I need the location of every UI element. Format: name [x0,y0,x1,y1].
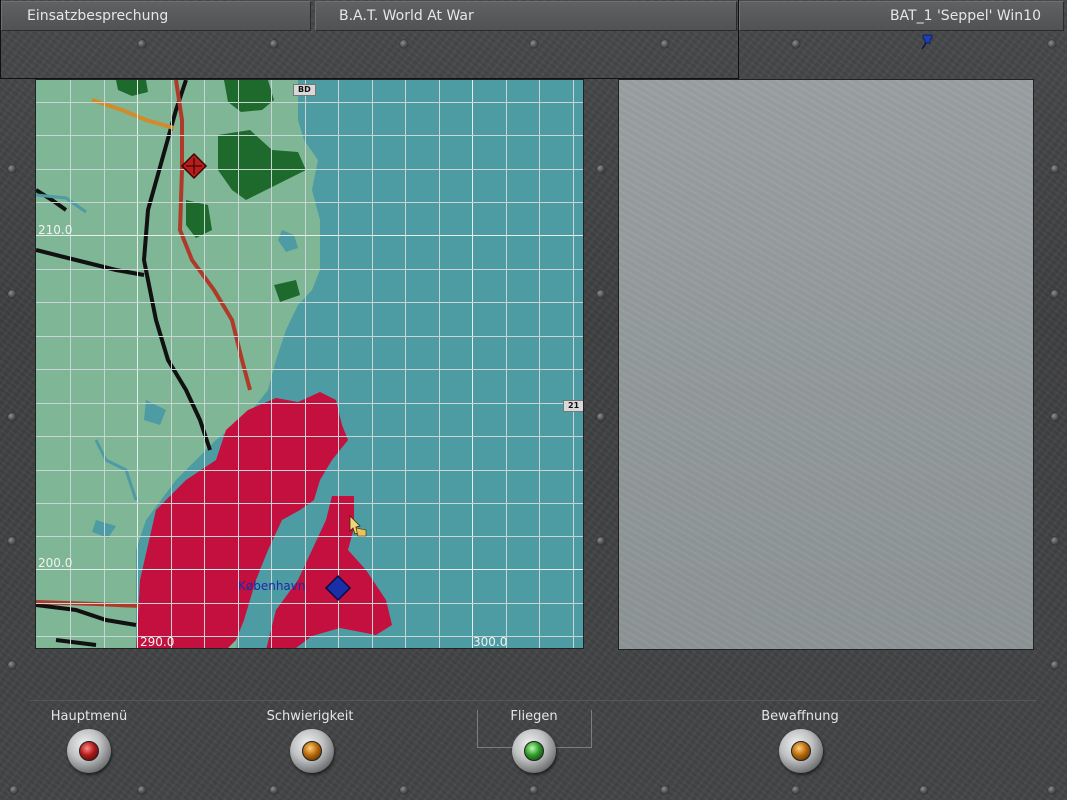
rivet [138,786,146,794]
fly-button[interactable] [512,729,556,773]
pin-icon [921,34,933,50]
rivet [1051,165,1059,173]
fly-label: Fliegen [510,709,558,724]
orange-lamp-icon [302,741,322,761]
tab-game-title: B.A.T. World At War [315,1,737,31]
rivet [8,413,16,421]
main-menu-label: Hauptmenü [50,709,128,724]
grid-label-y-200: 200.0 [38,556,73,570]
rivet [597,165,605,173]
rivet [8,661,16,669]
tab-pilot-info: BAT_1 'Seppel' Win10 [739,1,1064,31]
difficulty-label: Schwierigkeit [266,709,354,724]
rivet [530,40,538,48]
rivet [1048,40,1056,48]
rivet [661,786,669,794]
rivet [400,786,408,794]
rivet [792,40,800,48]
grid-label-x-290: 290.0 [140,635,175,649]
grid-label-x-300: 300.0 [473,635,508,649]
rivet [400,40,408,48]
city-label: København [238,579,306,593]
rivet [661,40,669,48]
rivet [1051,290,1059,298]
green-lamp-icon [524,741,544,761]
orange-lamp-icon [791,741,811,761]
main-menu-button[interactable] [67,729,111,773]
rivet [1051,537,1059,545]
rivet [8,290,16,298]
map-tag-top: BD [293,84,316,96]
rivet [8,165,16,173]
rivet [1051,661,1059,669]
info-panel [618,79,1034,650]
red-lamp-icon [79,741,99,761]
rivet [597,413,605,421]
rivet [597,537,605,545]
grid-label-y-210: 210.0 [38,223,73,237]
armament-button[interactable] [779,729,823,773]
rivet [1051,413,1059,421]
rivet [270,40,278,48]
tab-bar: Einsatzbesprechung B.A.T. World At War B… [0,0,1067,33]
rivet [597,290,605,298]
map-terrain [36,80,583,648]
rivet [138,40,146,48]
rivet [792,786,800,794]
rivet [1048,786,1056,794]
tab-briefing[interactable]: Einsatzbesprechung [1,1,311,31]
armament-label: Bewaffnung [761,709,839,724]
difficulty-button[interactable] [290,729,334,773]
rivet [530,786,538,794]
rivet [920,786,928,794]
rivet [270,786,278,794]
map-tag-right: 21 [563,400,583,412]
rivet [10,786,18,794]
rivet [8,537,16,545]
briefing-map[interactable]: BD 21 210.0 200.0 290.0 300.0 København [35,79,584,649]
bottom-divider [30,700,1037,701]
